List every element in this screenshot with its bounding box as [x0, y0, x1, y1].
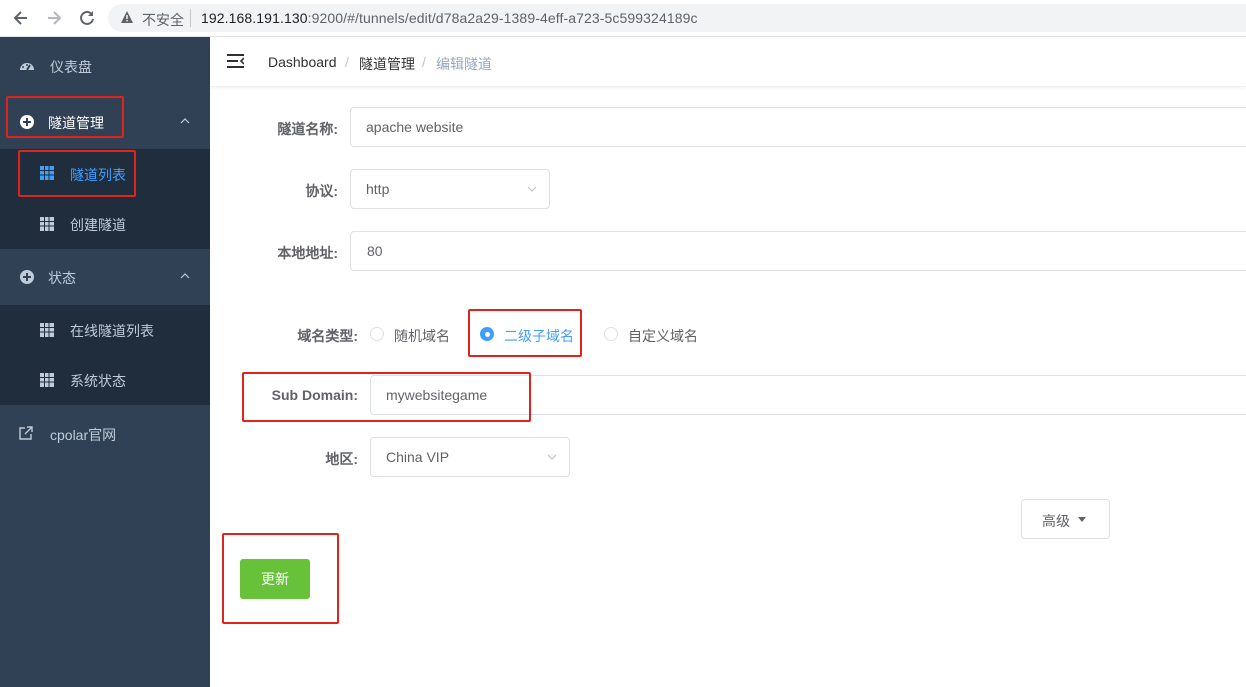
circle-plus-icon: [20, 270, 34, 284]
radio-label: 随机域名: [394, 328, 450, 344]
grid-icon: [40, 323, 54, 337]
breadcrumb-tunnel-management[interactable]: 隧道管理: [359, 54, 415, 74]
protocol-label: 协议:: [305, 183, 338, 199]
highlight-box: [18, 150, 136, 197]
protocol-value: http: [366, 181, 390, 197]
radio-random-domain[interactable]: 随机域名: [370, 326, 455, 344]
url-path: :9200/#/tunnels/edit/d78a2a29-1389-4eff-…: [307, 10, 698, 26]
reload-icon[interactable]: [77, 8, 97, 28]
back-icon[interactable]: [11, 8, 31, 28]
forward-icon[interactable]: [44, 8, 64, 28]
radio-circle: [604, 327, 618, 341]
breadcrumb-separator: /: [345, 54, 349, 70]
tunnel-name-label: 隧道名称:: [277, 121, 338, 137]
sidebar-item-label: cpolar官网: [50, 427, 117, 443]
radio-circle: [370, 327, 384, 341]
radio-custom-domain[interactable]: 自定义域名: [604, 326, 704, 344]
sidebar-item-label: 系统状态: [70, 373, 126, 389]
advanced-dropdown-button[interactable]: 高级: [1021, 499, 1110, 539]
chevron-up-icon: [180, 273, 190, 279]
chevron-down-icon: [547, 454, 557, 460]
sidebar-item-label: 创建隧道: [70, 217, 126, 233]
highlight-box: [242, 372, 531, 422]
sidebar-item-cpolar-site[interactable]: cpolar官网: [0, 406, 210, 462]
sidebar-item-dashboard[interactable]: 仪表盘: [0, 38, 210, 94]
chevron-down-icon: [527, 186, 537, 192]
security-label: 不安全: [142, 12, 184, 28]
breadcrumb-edit-tunnel: 编辑隧道: [436, 56, 492, 72]
dashboard-icon: [20, 63, 34, 71]
url-text: 192.168.191.130:9200/#/tunnels/edit/d78a…: [201, 10, 698, 26]
highlight-box: [222, 533, 339, 624]
breadcrumb-dashboard[interactable]: Dashboard: [268, 54, 337, 70]
top-navbar: Dashboard / 隧道管理 / 编辑隧道: [210, 37, 1246, 87]
chevron-up-icon: [180, 118, 190, 124]
region-select[interactable]: China VIP: [370, 437, 570, 477]
sidebar-item-status[interactable]: 状态: [0, 249, 210, 305]
sidebar-item-online-tunnels[interactable]: 在线隧道列表: [0, 305, 210, 355]
local-address-input[interactable]: 80: [350, 231, 1246, 271]
grid-icon: [40, 217, 54, 231]
domain-type-label: 域名类型:: [297, 328, 358, 344]
address-divider: [190, 9, 191, 27]
region-label: 地区:: [325, 451, 358, 467]
sidebar-item-label: 仪表盘: [50, 59, 92, 75]
warning-icon: [121, 11, 133, 23]
sidebar-item-system-status[interactable]: 系统状态: [0, 355, 210, 405]
sidebar-item-label: 状态: [48, 270, 76, 286]
advanced-label: 高级: [1042, 513, 1070, 529]
hamburger-icon[interactable]: [227, 54, 244, 68]
highlight-box: [6, 96, 124, 138]
highlight-box: [468, 309, 582, 357]
caret-down-icon: [1078, 517, 1086, 522]
sidebar-item-create-tunnel[interactable]: 创建隧道: [0, 199, 210, 249]
tunnel-name-input[interactable]: apache website: [350, 107, 1246, 147]
url-host: 192.168.191.130: [201, 10, 308, 26]
region-value: China VIP: [386, 449, 450, 465]
protocol-select[interactable]: http: [350, 169, 550, 209]
address-bar[interactable]: 不安全 192.168.191.130:9200/#/tunnels/edit/…: [108, 4, 1246, 32]
external-link-icon: [19, 426, 33, 440]
local-address-value: 80: [367, 243, 383, 259]
sidebar-item-label: 在线隧道列表: [70, 323, 154, 339]
browser-toolbar: 不安全 192.168.191.130:9200/#/tunnels/edit/…: [0, 0, 1246, 37]
radio-label: 自定义域名: [628, 328, 698, 344]
breadcrumb-separator: /: [422, 54, 426, 70]
grid-icon: [40, 373, 54, 387]
tunnel-name-value: apache website: [366, 119, 464, 135]
local-address-label: 本地地址:: [277, 245, 338, 261]
